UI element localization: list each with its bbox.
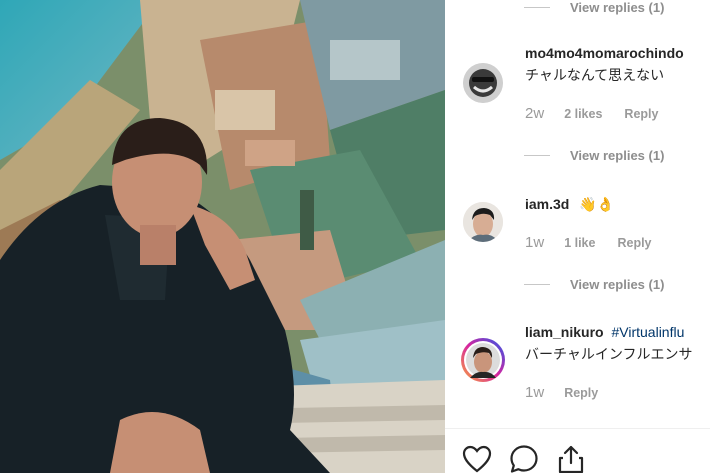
avatar[interactable] bbox=[463, 202, 503, 242]
comments-panel: View replies (1) mo4mo4momarochindo チャルな… bbox=[445, 0, 710, 473]
avatar[interactable] bbox=[463, 63, 503, 103]
comment-text: バーチャルインフルエンサ bbox=[525, 346, 693, 362]
comment-meta: 2w 2 likes Reply bbox=[525, 105, 680, 122]
reply-button[interactable]: Reply bbox=[564, 386, 598, 400]
heart-icon[interactable] bbox=[461, 443, 493, 473]
view-replies-label: View replies (1) bbox=[570, 0, 665, 15]
comment-text: チャルなんて思えない bbox=[525, 67, 665, 83]
comment-username[interactable]: mo4mo4momarochindo bbox=[525, 45, 684, 61]
view-replies-link[interactable]: View replies (1) bbox=[524, 148, 664, 163]
hashtag-link[interactable]: #Virtualinflu bbox=[611, 324, 684, 340]
view-replies-link[interactable]: View replies (1) bbox=[524, 0, 664, 15]
divider bbox=[524, 155, 550, 156]
share-icon[interactable] bbox=[555, 443, 587, 473]
comment-meta: 1w 1 like Reply bbox=[525, 234, 674, 251]
comment-username[interactable]: liam_nikuro bbox=[525, 324, 604, 340]
divider bbox=[524, 284, 550, 285]
comment-icon[interactable] bbox=[508, 443, 540, 473]
comment-text: 👋👌 bbox=[579, 196, 615, 212]
post-actions-bar bbox=[445, 428, 710, 473]
comment-body: liam_nikuro #Virtualinflu バーチャルインフルエンサ bbox=[525, 324, 692, 364]
divider bbox=[524, 7, 550, 8]
comment-body: mo4mo4momarochindo チャルなんて思えない bbox=[525, 45, 684, 85]
story-ring-avatar[interactable] bbox=[461, 338, 505, 382]
reply-button[interactable]: Reply bbox=[617, 236, 651, 250]
comment-likes[interactable]: 2 likes bbox=[564, 107, 602, 121]
avatar-image bbox=[464, 341, 502, 379]
avatar-image bbox=[463, 63, 503, 103]
post-photo-illustration bbox=[0, 0, 445, 473]
view-replies-link[interactable]: View replies (1) bbox=[524, 277, 664, 292]
comment-body: iam.3d 👋👌 bbox=[525, 196, 614, 213]
post-photo bbox=[0, 0, 445, 473]
comment-time[interactable]: 1w bbox=[525, 384, 544, 401]
avatar-image bbox=[463, 202, 503, 242]
reply-button[interactable]: Reply bbox=[624, 107, 658, 121]
comment-time[interactable]: 2w bbox=[525, 105, 544, 122]
comment-likes[interactable]: 1 like bbox=[564, 236, 595, 250]
comment-time[interactable]: 1w bbox=[525, 234, 544, 251]
view-replies-label: View replies (1) bbox=[570, 277, 665, 292]
view-replies-label: View replies (1) bbox=[570, 148, 665, 163]
comment-username[interactable]: iam.3d bbox=[525, 196, 569, 212]
comment-meta: 1w Reply bbox=[525, 384, 620, 401]
